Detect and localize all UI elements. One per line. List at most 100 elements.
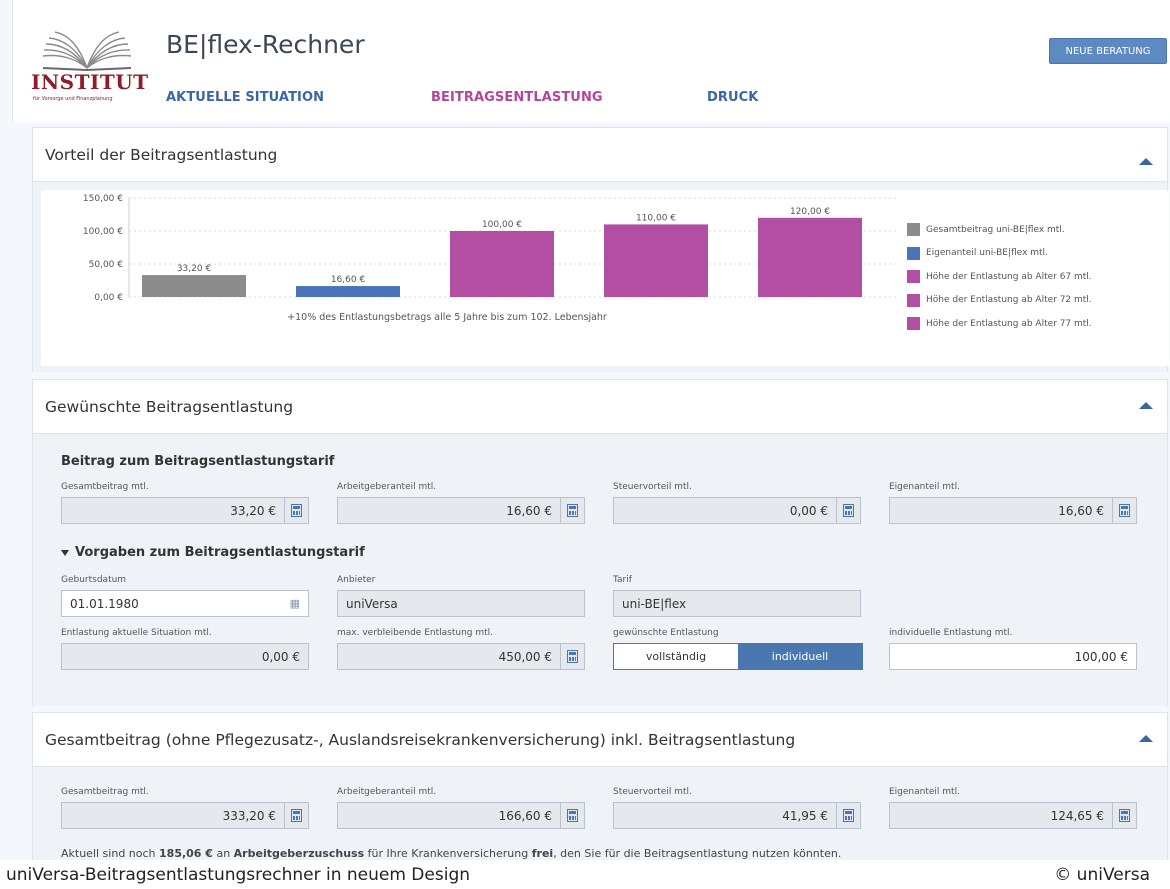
bar-chart: 0,00 € 50,00 € 100,00 € 150,00 € 33,20 € 16,6… <box>83 194 899 323</box>
legend-swatch <box>907 317 920 331</box>
field-value: 333,20 € <box>222 808 276 823</box>
chart-bar <box>604 224 708 297</box>
desired-relief-panel: Gewünschte Beitragsentlastung Beitrag zu… <box>32 379 1168 706</box>
collapse-chevron-icon[interactable] <box>1139 402 1153 409</box>
advantage-panel: Vorteil der Beitragsentlastung 0,00 € 50,… <box>32 127 1169 372</box>
option-individual[interactable]: individuell <box>738 644 862 669</box>
tab-druck[interactable]: DRUCK <box>707 90 758 105</box>
calculator-icon <box>291 809 302 822</box>
presets-toggle[interactable]: Vorgaben zum Beitragsentlastungstarif <box>61 545 365 560</box>
employer-subsidy-note: Aktuell sind noch 185,06 € an Arbeitgebe… <box>61 847 841 860</box>
note-text: an <box>212 847 234 860</box>
chart-bar <box>296 286 400 297</box>
note-free: frei <box>531 847 554 860</box>
calculator-button[interactable] <box>836 498 860 523</box>
tab-aktuelle-situation[interactable]: AKTUELLE SITUATION <box>166 90 324 105</box>
note-employer: Arbeitgeberzuschuss <box>233 847 365 860</box>
field-label: individuelle Entlastung mtl. <box>889 628 1013 638</box>
tax-advantage-field[interactable]: 0,00 € <box>613 497 861 524</box>
desired-relief-panel-body: Beitrag zum Beitragsentlastungstarif Ges… <box>33 434 1167 706</box>
calendar-icon[interactable]: ▦ <box>290 597 308 610</box>
current-relief-field: 0,00 € <box>61 643 309 670</box>
field-value: 0,00 € <box>789 503 828 518</box>
bar-value-label: 100,00 € <box>482 220 522 230</box>
new-consultation-button[interactable]: NEUE BERATUNG <box>1049 38 1167 64</box>
subsection-title: Vorgaben zum Beitragsentlastungstarif <box>75 545 365 560</box>
logo-wordmark: INSTITUT <box>31 70 149 94</box>
field-label: Anbieter <box>337 575 376 585</box>
field-value: uniVersa <box>346 596 398 611</box>
note-text: , den Sie für die Beitragsentlastung nut… <box>553 847 842 860</box>
tab-beitragsentlastung[interactable]: BEITRAGSENTLASTUNG <box>431 90 603 105</box>
desired-relief-panel-header[interactable]: Gewünschte Beitragsentlastung <box>33 380 1167 434</box>
calculator-icon <box>843 504 854 517</box>
calculator-button[interactable] <box>560 498 584 523</box>
note-text: für Ihre Krankenversicherung <box>364 847 532 860</box>
legend-swatch <box>907 293 920 307</box>
desired-relief-toggle[interactable]: vollständig individuell <box>613 643 863 670</box>
y-tick-label: 100,00 € <box>83 227 123 237</box>
bar-value-label: 33,20 € <box>177 264 212 274</box>
max-remaining-relief-field[interactable]: 450,00 € <box>337 643 585 670</box>
advantage-panel-body: 0,00 € 50,00 € 100,00 € 150,00 € 33,20 € 16,6… <box>33 182 1169 372</box>
field-value: 166,60 € <box>498 808 552 823</box>
bar-value-label: 110,00 € <box>636 213 676 223</box>
panel-title: Vorteil der Beitragsentlastung <box>45 145 278 164</box>
y-tick-label: 50,00 € <box>89 260 124 270</box>
app-title: BE|flex-Rechner <box>166 30 365 59</box>
option-complete[interactable]: vollständig <box>614 644 738 669</box>
caption-bar: uniVersa-Beitragsentlastungsrechner in n… <box>0 860 1170 889</box>
birthdate-input[interactable]: 01.01.1980 ▦ <box>61 590 309 617</box>
section-title: Beitrag zum Beitragsentlastungstarif <box>61 454 335 469</box>
field-label: Eigenanteil mtl. <box>889 482 960 492</box>
calculator-button[interactable] <box>560 803 584 828</box>
employer-share-field[interactable]: 16,60 € <box>337 497 585 524</box>
field-label: Entlastung aktuelle Situation mtl. <box>61 628 212 638</box>
field-label: Tarif <box>613 575 632 585</box>
calculator-button[interactable] <box>560 644 584 669</box>
legend-swatch <box>907 246 920 260</box>
total-contribution-field[interactable]: 333,20 € <box>61 802 309 829</box>
legend-item: Eigenanteil uni-BE|flex mtl. <box>907 242 1092 266</box>
field-label: max. verbleibende Entlastung mtl. <box>337 628 494 638</box>
calculator-button[interactable] <box>1112 498 1136 523</box>
advantage-panel-header[interactable]: Vorteil der Beitragsentlastung <box>33 128 1167 182</box>
individual-relief-input[interactable]: 100,00 € <box>889 643 1137 670</box>
total-contribution-panel-header[interactable]: Gesamtbeitrag (ohne Pflegezusatz-, Ausla… <box>33 713 1167 767</box>
calculator-button[interactable] <box>284 498 308 523</box>
field-value: 0,00 € <box>261 649 300 664</box>
field-label: Eigenanteil mtl. <box>889 787 960 797</box>
field-value: 124,65 € <box>1050 808 1104 823</box>
collapse-chevron-icon[interactable] <box>1139 735 1153 742</box>
calculator-button[interactable] <box>1112 803 1136 828</box>
employer-share-field[interactable]: 166,60 € <box>337 802 585 829</box>
legend-swatch <box>907 270 920 284</box>
app-header: INSTITUT für Vorsorge und Finanzplanung … <box>12 0 1170 122</box>
field-label: Gesamtbeitrag mtl. <box>61 482 149 492</box>
own-share-field[interactable]: 16,60 € <box>889 497 1137 524</box>
tariff-field: uni-BE|flex <box>613 590 861 617</box>
collapse-chevron-icon[interactable] <box>1139 158 1153 165</box>
legend-item: Höhe der Entlastung ab Alter 67 mtl. <box>907 265 1092 289</box>
own-share-field[interactable]: 124,65 € <box>889 802 1137 829</box>
panel-title: Gewünschte Beitragsentlastung <box>45 397 294 416</box>
legend-label: Gesamtbeitrag uni-BE|flex mtl. <box>926 224 1065 235</box>
field-value: 100,00 € <box>1074 649 1128 664</box>
y-tick-label: 150,00 € <box>83 194 123 204</box>
chart-bar <box>758 217 862 297</box>
field-label: Arbeitgeberanteil mtl. <box>337 482 437 492</box>
calculator-icon <box>1119 504 1130 517</box>
chart-bar <box>450 231 554 297</box>
legend-label: Höhe der Entlastung ab Alter 72 mtl. <box>926 295 1092 306</box>
calculator-button[interactable] <box>836 803 860 828</box>
chart-annotation: +10% des Entlastungsbetrags alle 5 Jahre… <box>287 312 607 323</box>
total-contribution-field[interactable]: 33,20 € <box>61 497 309 524</box>
note-amount: 185,06 € <box>159 847 213 860</box>
field-value: 01.01.1980 <box>70 596 139 611</box>
copyright-text: © uniVersa <box>1054 864 1150 885</box>
logo-tagline: für Vorsorge und Finanzplanung <box>33 96 113 102</box>
tax-advantage-field[interactable]: 41,95 € <box>613 802 861 829</box>
calculator-button[interactable] <box>284 803 308 828</box>
field-value: 16,60 € <box>1058 503 1104 518</box>
calculator-icon <box>843 809 854 822</box>
